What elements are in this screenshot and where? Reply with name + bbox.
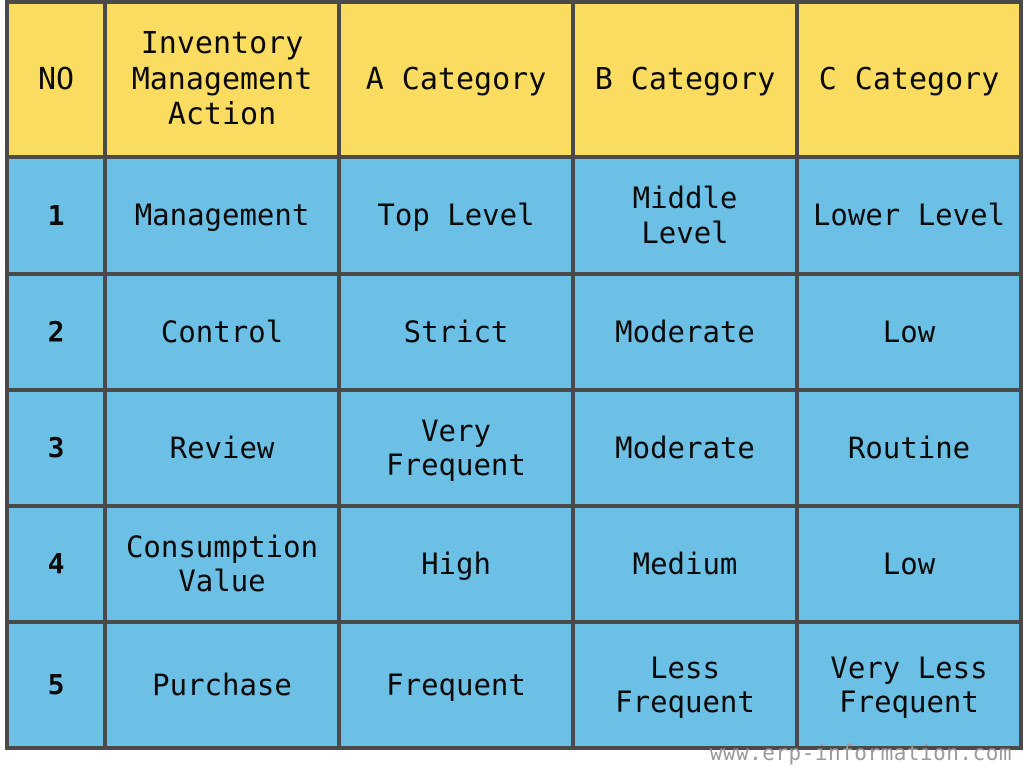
cell-a-category: Top Level (337, 155, 575, 276)
cell-b-category: Middle Level (571, 155, 799, 276)
cell-no: 4 (5, 504, 107, 624)
site-watermark: www.erp-information.com (709, 741, 1012, 765)
cell-action: Consumption Value (103, 504, 341, 624)
cell-a-category: High (337, 504, 575, 624)
cell-a-category: Very Frequent (337, 388, 575, 508)
column-header-b-category: B Category (571, 0, 799, 159)
column-header-inventory-management-action: Inventory Management Action (103, 0, 341, 159)
column-header-no: NO (5, 0, 107, 159)
cell-c-category: Low (795, 272, 1023, 392)
column-header-c-category: C Category (795, 0, 1023, 159)
abc-analysis-table: NO Inventory Management Action A Categor… (5, 0, 1023, 750)
cell-action: Review (103, 388, 341, 508)
cell-no: 1 (5, 155, 107, 276)
cell-no: 3 (5, 388, 107, 508)
cell-no: 5 (5, 620, 107, 750)
cell-c-category: Very Less Frequent (795, 620, 1023, 750)
cell-a-category: Strict (337, 272, 575, 392)
cell-c-category: Routine (795, 388, 1023, 508)
cell-action: Control (103, 272, 341, 392)
table-row: 5 Purchase Frequent Less Frequent Very L… (5, 620, 1023, 750)
table-row: 2 Control Strict Moderate Low (5, 272, 1023, 392)
cell-c-category: Low (795, 504, 1023, 624)
table-row: 3 Review Very Frequent Moderate Routine (5, 388, 1023, 508)
table-body: 1 Management Top Level Middle Level Lowe… (5, 155, 1023, 750)
cell-action: Purchase (103, 620, 341, 750)
table-row: 4 Consumption Value High Medium Low (5, 504, 1023, 624)
column-header-a-category: A Category (337, 0, 575, 159)
header-row: NO Inventory Management Action A Categor… (5, 0, 1023, 159)
cell-b-category: Less Frequent (571, 620, 799, 750)
table-header: NO Inventory Management Action A Categor… (5, 0, 1023, 159)
cell-action: Management (103, 155, 341, 276)
abc-analysis-table-container: NO Inventory Management Action A Categor… (5, 0, 1023, 750)
cell-a-category: Frequent (337, 620, 575, 750)
cell-no: 2 (5, 272, 107, 392)
cell-b-category: Medium (571, 504, 799, 624)
page-root: NO Inventory Management Action A Categor… (0, 0, 1024, 768)
cell-c-category: Lower Level (795, 155, 1023, 276)
cell-b-category: Moderate (571, 388, 799, 508)
cell-b-category: Moderate (571, 272, 799, 392)
table-row: 1 Management Top Level Middle Level Lowe… (5, 155, 1023, 276)
